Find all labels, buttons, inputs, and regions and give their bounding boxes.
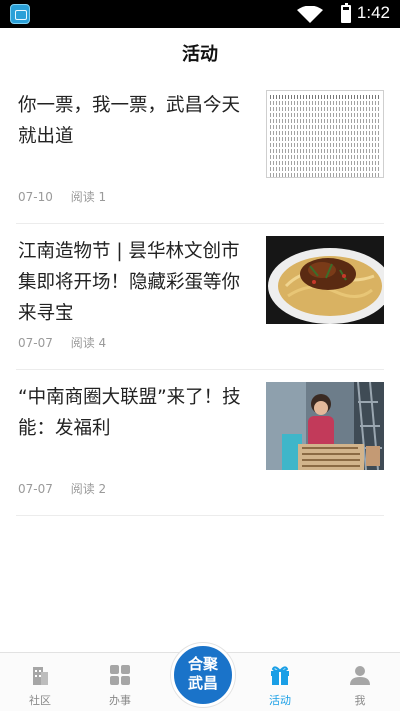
article-title: 江南造物节 | 昙华林文创市集即将开场！隐藏彩蛋等你来寻宝 <box>18 241 241 324</box>
article-list: 你一票，我一票，武昌今天就出道 07-10 阅读 1 江南造物节 | 昙华林文创… <box>0 78 400 516</box>
nav-label: 活动 <box>269 694 291 707</box>
article-date: 07-10 <box>18 190 53 204</box>
article-date: 07-07 <box>18 336 53 350</box>
noodle-dish-image <box>266 236 384 324</box>
nav-label: 社区 <box>29 694 51 707</box>
stage-performer-image <box>266 382 384 470</box>
article-meta: 07-07 阅读 2 <box>18 480 106 497</box>
nav-tab-community[interactable]: 社区 <box>0 653 80 711</box>
page-title: 活动 <box>182 44 218 65</box>
page-header: 活动 <box>0 28 400 78</box>
article-reads: 阅读 2 <box>70 482 107 496</box>
article-date: 07-07 <box>18 482 53 496</box>
center-logo-button[interactable]: 合聚 武昌 <box>171 643 235 707</box>
wifi-icon <box>297 6 323 23</box>
article-reads: 阅读 4 <box>70 336 107 350</box>
article-item[interactable]: 江南造物节 | 昙华林文创市集即将开场！隐藏彩蛋等你来寻宝 07-07 阅读 4 <box>16 224 384 370</box>
person-icon <box>350 666 370 685</box>
article-title: 你一票，我一票，武昌今天就出道 <box>18 95 241 147</box>
status-bar: 1:42 <box>0 0 400 28</box>
article-title: “中南商圈大联盟”来了！技能：发福利 <box>18 387 241 439</box>
nav-label: 我 <box>354 694 366 707</box>
building-icon <box>33 667 48 685</box>
center-logo-text: 合聚 武昌 <box>187 655 218 692</box>
article-item[interactable]: 你一票，我一票，武昌今天就出道 07-10 阅读 1 <box>16 78 384 224</box>
battery-icon <box>341 3 351 23</box>
article-meta: 07-10 阅读 1 <box>18 188 106 205</box>
table-document-image <box>266 90 384 178</box>
app-notification-icon <box>10 4 30 24</box>
gift-icon <box>271 666 289 685</box>
article-reads: 阅读 1 <box>70 190 107 204</box>
article-meta: 07-07 阅读 4 <box>18 334 106 351</box>
grid-icon <box>110 665 130 685</box>
nav-label: 办事 <box>109 694 131 707</box>
nav-tab-services[interactable]: 办事 <box>80 653 160 711</box>
status-time: 1:42 <box>356 3 390 22</box>
nav-tab-activity[interactable]: 活动 <box>240 653 320 711</box>
nav-tab-me[interactable]: 我 <box>320 653 400 711</box>
article-item[interactable]: “中南商圈大联盟”来了！技能：发福利 07-07 阅读 2 <box>16 370 384 516</box>
